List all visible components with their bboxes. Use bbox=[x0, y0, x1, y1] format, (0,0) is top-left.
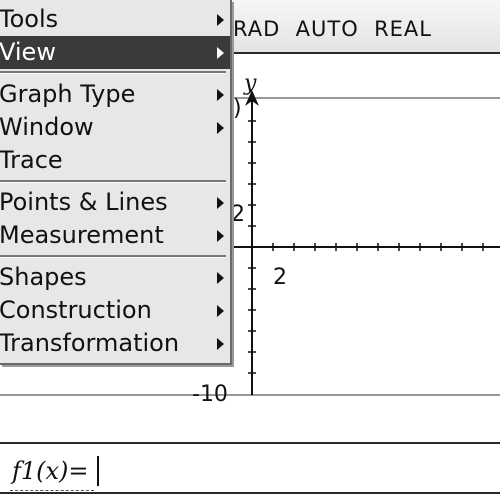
menu-item-view[interactable]: View bbox=[0, 36, 230, 69]
function-prefix: f1(x)= bbox=[12, 457, 89, 485]
menu-item-label: Measurement bbox=[0, 221, 164, 249]
submenu-arrow-icon bbox=[217, 89, 224, 101]
menu-item-label: Points & Lines bbox=[0, 188, 168, 216]
y-axis-label: y bbox=[243, 71, 257, 96]
tick-label-y-top: ) bbox=[233, 96, 242, 121]
submenu-arrow-icon bbox=[217, 14, 224, 26]
submenu-arrow-icon bbox=[217, 305, 224, 317]
text-cursor bbox=[97, 456, 99, 486]
submenu-arrow-icon bbox=[217, 230, 224, 242]
menu-item-label: Transformation bbox=[0, 329, 180, 357]
menu-item-label: View bbox=[0, 38, 56, 66]
menu-item-tools[interactable]: Tools bbox=[0, 3, 230, 36]
menu-item-points-lines[interactable]: Points & Lines bbox=[0, 186, 230, 219]
menu-item-trace[interactable]: Trace bbox=[0, 144, 230, 177]
menu-item-window[interactable]: Window bbox=[0, 111, 230, 144]
menu-item-transformation[interactable]: Transformation bbox=[0, 327, 230, 360]
graphs-app-screen: RAD AUTO REAL y ) 2 2 -10 f1(x)= Tools V… bbox=[0, 0, 500, 502]
submenu-arrow-icon bbox=[217, 272, 224, 284]
menu-separator bbox=[0, 180, 226, 183]
entry-underline bbox=[10, 490, 94, 491]
submenu-arrow-icon bbox=[217, 338, 224, 350]
menu-item-label: Graph Type bbox=[0, 80, 136, 108]
menu-item-label: Trace bbox=[0, 146, 63, 174]
menu-item-label: Window bbox=[0, 113, 94, 141]
menu-item-graph-type[interactable]: Graph Type bbox=[0, 78, 230, 111]
tick-label-x-2: 2 bbox=[273, 265, 287, 290]
menu-separator bbox=[0, 255, 226, 258]
menu-item-shapes[interactable]: Shapes bbox=[0, 261, 230, 294]
mode-status-text: RAD AUTO REAL bbox=[233, 17, 432, 41]
menu-item-label: Construction bbox=[0, 296, 152, 324]
submenu-arrow-icon bbox=[217, 122, 224, 134]
menu-item-label: Shapes bbox=[0, 263, 87, 291]
menu-separator bbox=[0, 71, 226, 74]
menu-item-construction[interactable]: Construction bbox=[0, 294, 230, 327]
context-menu: Tools View Graph Type Window Trace Point… bbox=[0, 0, 232, 365]
submenu-arrow-icon bbox=[217, 47, 224, 59]
bottom-border bbox=[0, 492, 500, 494]
menu-item-measurement[interactable]: Measurement bbox=[0, 219, 230, 252]
tick-label-y-neg10: -10 bbox=[192, 382, 228, 407]
submenu-arrow-icon bbox=[217, 197, 224, 209]
menu-item-label: Tools bbox=[0, 5, 59, 33]
tick-label-y-2: 2 bbox=[231, 202, 245, 227]
